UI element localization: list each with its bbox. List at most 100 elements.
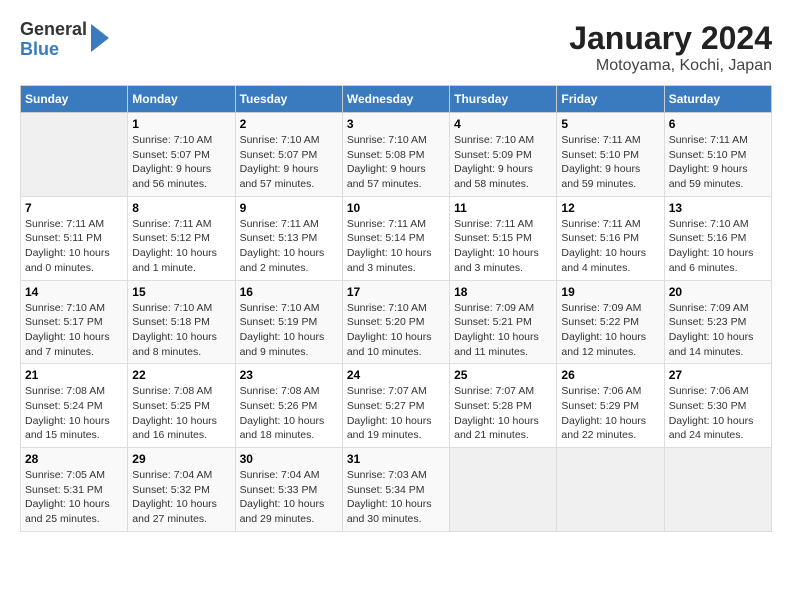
header-row: SundayMondayTuesdayWednesdayThursdayFrid… — [21, 86, 772, 113]
calendar-header: SundayMondayTuesdayWednesdayThursdayFrid… — [21, 86, 772, 113]
week-row-5: 28 Sunrise: 7:05 AM Sunset: 5:31 PM Dayli… — [21, 448, 772, 532]
day-cell — [21, 113, 128, 197]
day-number: 28 — [25, 452, 123, 466]
page-header: General Blue January 2024 Motoyama, Koch… — [20, 20, 772, 75]
day-info: Sunrise: 7:03 AM Sunset: 5:34 PM Dayligh… — [347, 468, 445, 527]
week-row-1: 1 Sunrise: 7:10 AM Sunset: 5:07 PM Daylig… — [21, 113, 772, 197]
day-number: 24 — [347, 368, 445, 382]
header-cell-wednesday: Wednesday — [342, 86, 449, 113]
day-cell: 16 Sunrise: 7:10 AM Sunset: 5:19 PM Dayli… — [235, 280, 342, 364]
day-info: Sunrise: 7:10 AM Sunset: 5:09 PM Dayligh… — [454, 133, 552, 192]
header-cell-thursday: Thursday — [450, 86, 557, 113]
day-info: Sunrise: 7:10 AM Sunset: 5:18 PM Dayligh… — [132, 301, 230, 360]
day-number: 9 — [240, 201, 338, 215]
day-cell: 3Sunrise: 7:10 AM Sunset: 5:08 PM Daylig… — [342, 113, 449, 197]
day-info: Sunrise: 7:06 AM Sunset: 5:30 PM Dayligh… — [669, 384, 767, 443]
day-info: Sunrise: 7:11 AM Sunset: 5:11 PM Dayligh… — [25, 217, 123, 276]
day-number: 18 — [454, 285, 552, 299]
day-number: 31 — [347, 452, 445, 466]
day-cell: 25 Sunrise: 7:07 AM Sunset: 5:28 PM Dayli… — [450, 364, 557, 448]
day-info: Sunrise: 7:04 AM Sunset: 5:33 PM Dayligh… — [240, 468, 338, 527]
day-number: 1 — [132, 117, 230, 131]
day-info: Sunrise: 7:08 AM Sunset: 5:25 PM Dayligh… — [132, 384, 230, 443]
day-cell: 8 Sunrise: 7:11 AM Sunset: 5:12 PM Daylig… — [128, 196, 235, 280]
day-cell — [450, 448, 557, 532]
day-cell: 18Sunrise: 7:09 AM Sunset: 5:21 PM Dayli… — [450, 280, 557, 364]
day-info: Sunrise: 7:10 AM Sunset: 5:19 PM Dayligh… — [240, 301, 338, 360]
calendar-subtitle: Motoyama, Kochi, Japan — [569, 57, 772, 75]
day-number: 26 — [561, 368, 659, 382]
week-row-2: 7Sunrise: 7:11 AM Sunset: 5:11 PM Daylig… — [21, 196, 772, 280]
day-cell: 28 Sunrise: 7:05 AM Sunset: 5:31 PM Dayli… — [21, 448, 128, 532]
day-cell: 12Sunrise: 7:11 AM Sunset: 5:16 PM Dayli… — [557, 196, 664, 280]
day-number: 20 — [669, 285, 767, 299]
day-info: Sunrise: 7:10 AM Sunset: 5:20 PM Dayligh… — [347, 301, 445, 360]
day-info: Sunrise: 7:11 AM Sunset: 5:15 PM Dayligh… — [454, 217, 552, 276]
day-number: 27 — [669, 368, 767, 382]
day-number: 16 — [240, 285, 338, 299]
header-cell-monday: Monday — [128, 86, 235, 113]
day-cell: 22 Sunrise: 7:08 AM Sunset: 5:25 PM Dayli… — [128, 364, 235, 448]
day-info: Sunrise: 7:11 AM Sunset: 5:12 PM Dayligh… — [132, 217, 230, 276]
logo-text: General Blue — [20, 20, 87, 60]
day-info: Sunrise: 7:05 AM Sunset: 5:31 PM Dayligh… — [25, 468, 123, 527]
day-cell: 29Sunrise: 7:04 AM Sunset: 5:32 PM Dayli… — [128, 448, 235, 532]
header-cell-sunday: Sunday — [21, 86, 128, 113]
day-cell: 6Sunrise: 7:11 AM Sunset: 5:10 PM Daylig… — [664, 113, 771, 197]
day-cell: 24 Sunrise: 7:07 AM Sunset: 5:27 PM Dayli… — [342, 364, 449, 448]
day-cell: 31 Sunrise: 7:03 AM Sunset: 5:34 PM Dayli… — [342, 448, 449, 532]
day-cell: 30Sunrise: 7:04 AM Sunset: 5:33 PM Dayli… — [235, 448, 342, 532]
day-number: 10 — [347, 201, 445, 215]
day-info: Sunrise: 7:11 AM Sunset: 5:14 PM Dayligh… — [347, 217, 445, 276]
day-number: 29 — [132, 452, 230, 466]
header-cell-tuesday: Tuesday — [235, 86, 342, 113]
day-info: Sunrise: 7:10 AM Sunset: 5:08 PM Dayligh… — [347, 133, 445, 192]
title-block: January 2024 Motoyama, Kochi, Japan — [569, 20, 772, 75]
logo-blue: Blue — [20, 40, 87, 60]
day-cell: 26 Sunrise: 7:06 AM Sunset: 5:29 PM Dayli… — [557, 364, 664, 448]
day-info: Sunrise: 7:08 AM Sunset: 5:26 PM Dayligh… — [240, 384, 338, 443]
day-cell: 23 Sunrise: 7:08 AM Sunset: 5:26 PM Dayli… — [235, 364, 342, 448]
week-row-3: 14Sunrise: 7:10 AM Sunset: 5:17 PM Dayli… — [21, 280, 772, 364]
day-number: 6 — [669, 117, 767, 131]
day-number: 2 — [240, 117, 338, 131]
day-info: Sunrise: 7:06 AM Sunset: 5:29 PM Dayligh… — [561, 384, 659, 443]
day-number: 12 — [561, 201, 659, 215]
day-info: Sunrise: 7:10 AM Sunset: 5:07 PM Dayligh… — [240, 133, 338, 192]
day-cell: 21 Sunrise: 7:08 AM Sunset: 5:24 PM Dayli… — [21, 364, 128, 448]
day-info: Sunrise: 7:08 AM Sunset: 5:24 PM Dayligh… — [25, 384, 123, 443]
logo-general: General — [20, 20, 87, 40]
day-cell: 15Sunrise: 7:10 AM Sunset: 5:18 PM Dayli… — [128, 280, 235, 364]
day-number: 14 — [25, 285, 123, 299]
day-cell: 13 Sunrise: 7:10 AM Sunset: 5:16 PM Dayli… — [664, 196, 771, 280]
day-number: 11 — [454, 201, 552, 215]
day-cell: 9Sunrise: 7:11 AM Sunset: 5:13 PM Daylig… — [235, 196, 342, 280]
logo-arrow-icon — [91, 24, 109, 52]
day-cell: 14Sunrise: 7:10 AM Sunset: 5:17 PM Dayli… — [21, 280, 128, 364]
day-info: Sunrise: 7:07 AM Sunset: 5:28 PM Dayligh… — [454, 384, 552, 443]
day-info: Sunrise: 7:11 AM Sunset: 5:10 PM Dayligh… — [561, 133, 659, 192]
day-number: 13 — [669, 201, 767, 215]
day-cell: 2 Sunrise: 7:10 AM Sunset: 5:07 PM Daylig… — [235, 113, 342, 197]
day-number: 17 — [347, 285, 445, 299]
day-cell: 19Sunrise: 7:09 AM Sunset: 5:22 PM Dayli… — [557, 280, 664, 364]
day-info: Sunrise: 7:09 AM Sunset: 5:22 PM Dayligh… — [561, 301, 659, 360]
day-info: Sunrise: 7:10 AM Sunset: 5:16 PM Dayligh… — [669, 217, 767, 276]
day-cell: 5Sunrise: 7:11 AM Sunset: 5:10 PM Daylig… — [557, 113, 664, 197]
day-number: 25 — [454, 368, 552, 382]
header-cell-friday: Friday — [557, 86, 664, 113]
day-info: Sunrise: 7:10 AM Sunset: 5:07 PM Dayligh… — [132, 133, 230, 192]
day-cell: 17 Sunrise: 7:10 AM Sunset: 5:20 PM Dayli… — [342, 280, 449, 364]
day-number: 22 — [132, 368, 230, 382]
day-number: 21 — [25, 368, 123, 382]
day-number: 8 — [132, 201, 230, 215]
day-cell: 20Sunrise: 7:09 AM Sunset: 5:23 PM Dayli… — [664, 280, 771, 364]
day-info: Sunrise: 7:07 AM Sunset: 5:27 PM Dayligh… — [347, 384, 445, 443]
day-cell: 27 Sunrise: 7:06 AM Sunset: 5:30 PM Dayli… — [664, 364, 771, 448]
logo: General Blue — [20, 20, 109, 60]
day-number: 23 — [240, 368, 338, 382]
week-row-4: 21 Sunrise: 7:08 AM Sunset: 5:24 PM Dayli… — [21, 364, 772, 448]
calendar-title: January 2024 — [569, 20, 772, 57]
day-number: 4 — [454, 117, 552, 131]
day-cell: 7Sunrise: 7:11 AM Sunset: 5:11 PM Daylig… — [21, 196, 128, 280]
